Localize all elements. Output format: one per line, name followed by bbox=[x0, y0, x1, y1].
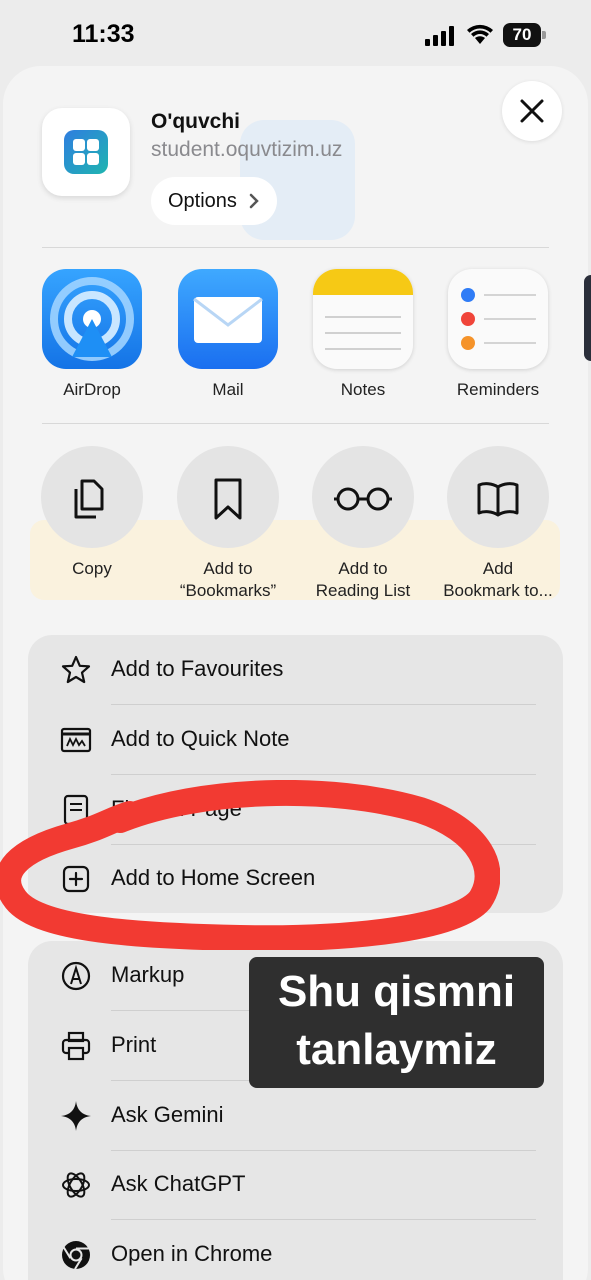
divider bbox=[42, 423, 549, 424]
notes-icon bbox=[313, 269, 413, 369]
markup-icon bbox=[61, 961, 91, 991]
plus-square-icon bbox=[62, 865, 90, 893]
share-notes[interactable]: Notes bbox=[313, 269, 413, 400]
menu-label: Add to Favourites bbox=[111, 656, 284, 681]
menu-label: Markup bbox=[111, 962, 185, 987]
status-bar: 11:33 70 bbox=[0, 0, 591, 70]
menu-label: Ask ChatGPT bbox=[111, 1171, 246, 1196]
menu-label: Add to Home Screen bbox=[111, 865, 316, 890]
bookmark-icon bbox=[214, 478, 242, 520]
more-apps-peek[interactable] bbox=[584, 275, 591, 361]
site-url: student.oquvtizim.uz bbox=[151, 138, 343, 161]
cellular-signal-icon bbox=[425, 26, 454, 46]
menu-ask-chatgpt[interactable]: Ask ChatGPT bbox=[28, 1150, 563, 1220]
menu-find-on-page[interactable]: Find on Page bbox=[28, 775, 563, 845]
chrome-icon bbox=[62, 1241, 90, 1270]
action-reading-list[interactable]: Add to Reading List bbox=[295, 446, 431, 602]
menu-label: Print bbox=[111, 1032, 157, 1057]
status-time: 11:33 bbox=[72, 20, 135, 48]
menu-open-in-chrome[interactable]: Open in Chrome bbox=[28, 1220, 563, 1280]
document-icon bbox=[63, 794, 89, 826]
book-icon bbox=[477, 482, 519, 517]
battery-level: 70 bbox=[503, 23, 541, 47]
app-label: Notes bbox=[340, 380, 386, 399]
battery-icon: 70 bbox=[503, 23, 547, 47]
chatgpt-icon bbox=[62, 1172, 90, 1198]
close-icon bbox=[520, 99, 544, 123]
glasses-icon bbox=[334, 487, 392, 511]
gemini-icon bbox=[61, 1101, 91, 1131]
menu-label: Find on Page bbox=[111, 796, 242, 821]
reminders-icon bbox=[448, 269, 548, 369]
app-label: AirDrop bbox=[63, 380, 121, 399]
menu-add-to-quick-note[interactable]: Add to Quick Note bbox=[28, 705, 563, 775]
site-title: O'quvchi bbox=[151, 110, 241, 133]
menu-label: Ask Gemini bbox=[111, 1102, 224, 1127]
options-label: Options bbox=[168, 190, 237, 212]
action-copy[interactable]: Copy bbox=[24, 446, 160, 580]
action-label: Add to Reading List bbox=[315, 559, 411, 600]
copy-icon bbox=[74, 479, 104, 519]
menu-label: Add to Quick Note bbox=[111, 726, 290, 751]
menu-label: Open in Chrome bbox=[111, 1241, 273, 1266]
action-add-bookmark-to[interactable]: Add Bookmark to... bbox=[430, 446, 566, 602]
menu-add-to-home-screen[interactable]: Add to Home Screen bbox=[28, 844, 563, 914]
caption-line: tanlaymiz bbox=[296, 1025, 497, 1074]
action-label: Add Bookmark to... bbox=[443, 559, 553, 600]
star-icon bbox=[61, 655, 91, 684]
site-icon bbox=[42, 108, 130, 196]
share-reminders[interactable]: Reminders bbox=[448, 269, 548, 400]
action-label: Add to “Bookmarks” bbox=[179, 559, 277, 600]
close-button[interactable] bbox=[502, 81, 562, 141]
mail-icon bbox=[178, 269, 278, 369]
wifi-icon bbox=[467, 24, 493, 44]
menu-ask-gemini[interactable]: Ask Gemini bbox=[28, 1081, 563, 1151]
app-grid-icon bbox=[64, 130, 108, 174]
action-add-bookmarks[interactable]: Add to “Bookmarks” bbox=[160, 446, 296, 602]
airdrop-icon bbox=[42, 269, 142, 369]
share-mail[interactable]: Mail bbox=[178, 269, 278, 400]
app-label: Mail bbox=[212, 380, 244, 399]
menu-group-primary: Add to Favourites Add to Quick Note Find… bbox=[28, 635, 563, 913]
divider bbox=[42, 247, 549, 248]
quick-note-icon bbox=[60, 727, 92, 753]
caption-line: Shu qismni bbox=[277, 967, 516, 1016]
printer-icon bbox=[61, 1031, 91, 1061]
share-airdrop[interactable]: AirDrop bbox=[42, 269, 142, 400]
caption-overlay: Shu qismni tanlaymiz bbox=[249, 957, 544, 1088]
app-label: Reminders bbox=[456, 380, 540, 399]
menu-add-to-favourites[interactable]: Add to Favourites bbox=[28, 635, 563, 705]
chevron-right-icon bbox=[249, 193, 259, 209]
options-button[interactable]: Options bbox=[151, 177, 277, 225]
action-label: Copy bbox=[72, 559, 112, 578]
